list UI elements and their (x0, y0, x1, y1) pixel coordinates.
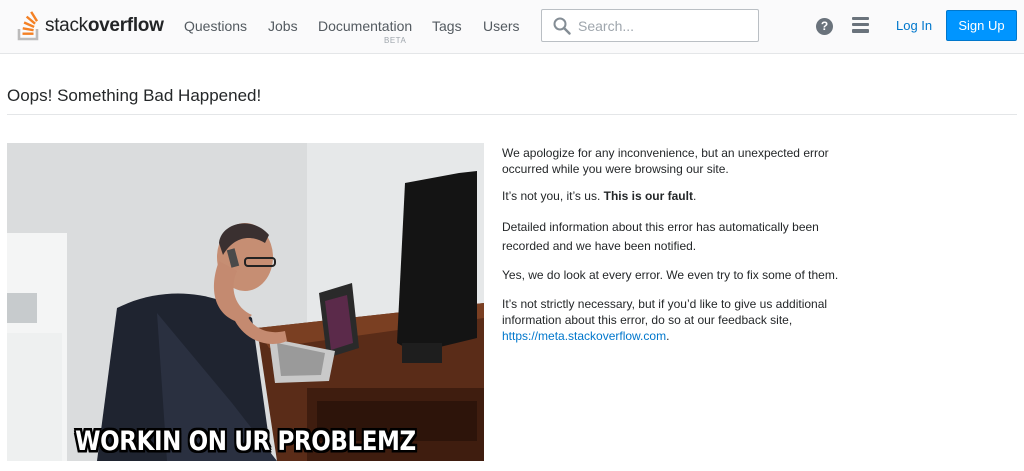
menu-bar-1 (852, 17, 869, 20)
stack-logo-icon (17, 11, 39, 41)
help-icon[interactable]: ? (816, 18, 833, 35)
nav-tags[interactable]: Tags (432, 18, 462, 34)
recorded-paragraph: Detailed information about this error ha… (502, 220, 819, 253)
search-input[interactable] (578, 15, 748, 36)
feedback-text: It’s not strictly necessary, but if you’… (502, 297, 828, 327)
search-box (541, 9, 759, 42)
signup-button[interactable]: Sign Up (946, 10, 1017, 41)
title-divider (7, 114, 1017, 115)
photo-illustration (7, 143, 484, 461)
error-photo: WORKIN ON UR PROBLEMZ (7, 143, 484, 461)
fault-text: It’s not you, it’s us. (502, 189, 604, 203)
fault-end: . (692, 189, 697, 203)
site-switcher-menu-icon[interactable] (852, 17, 869, 36)
fault-bold-text: This is our fault (603, 189, 693, 203)
fix-paragraph: Yes, we do look at every error. We even … (502, 268, 839, 282)
menu-bar-3 (852, 29, 869, 33)
feedback-end: . (666, 329, 670, 343)
apology-paragraph: We apologize for any inconvenience, but … (502, 146, 829, 176)
logo-wordmark: stackoverflow (45, 15, 164, 37)
image-caption: WORKIN ON UR PROBLEMZ (75, 427, 416, 457)
nav-users[interactable]: Users (483, 18, 520, 34)
stackoverflow-logo[interactable]: stackoverflow (17, 10, 164, 42)
menu-bar-2 (852, 23, 869, 26)
logo-text-light: stack (45, 15, 88, 36)
nav-documentation[interactable]: Documentation (318, 18, 412, 34)
search-icon (553, 17, 571, 35)
nav-questions[interactable]: Questions (184, 18, 247, 34)
nav-jobs[interactable]: Jobs (268, 18, 298, 34)
documentation-beta-badge: BETA (384, 36, 407, 45)
meta-feedback-link[interactable]: https://meta.stackoverflow.com (502, 329, 666, 343)
fault-paragraph: It’s not you, it’s us. This is our fault… (502, 188, 862, 204)
login-link[interactable]: Log In (896, 18, 932, 33)
logo-text-bold: overflow (87, 15, 164, 36)
feedback-paragraph: It’s not strictly necessary, but if you’… (502, 296, 862, 344)
page-title: Oops! Something Bad Happened! (7, 86, 262, 105)
top-bar: stackoverflow Questions Jobs Documentati… (0, 0, 1024, 54)
